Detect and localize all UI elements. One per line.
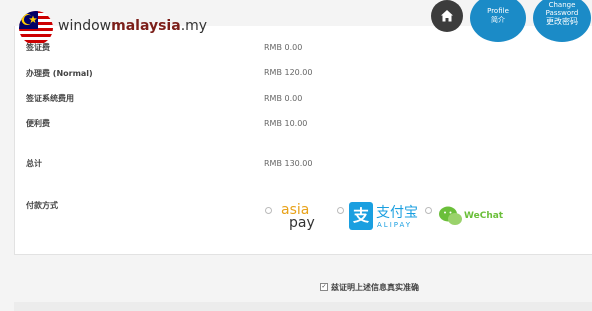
asiapay-text-bottom: pay: [289, 215, 315, 231]
wechat-logo[interactable]: WeChat: [438, 204, 508, 230]
profile-label-cn: 简介: [491, 16, 505, 24]
alipay-text-en: ALIPAY: [377, 221, 413, 229]
fee-label-processing: 办理费 (Normal): [26, 69, 93, 78]
alipay-icon: 支: [349, 202, 373, 230]
password-label-en-2: Password: [545, 9, 579, 17]
wechat-radio[interactable]: [425, 207, 432, 214]
alipay-text-cn: 支付宝: [376, 205, 418, 221]
fee-value-processing: RMB 120.00: [264, 68, 313, 77]
payment-method-label: 付款方式: [26, 201, 58, 210]
fee-value-visa: RMB 0.00: [264, 43, 303, 52]
logo-text: windowmalaysia.my: [58, 18, 207, 34]
asiapay-radio[interactable]: [265, 207, 272, 214]
malaysia-flag-icon: [19, 11, 53, 45]
password-label-cn: 更改密码: [546, 17, 578, 26]
home-icon: [441, 10, 453, 22]
alipay-logo[interactable]: 支 支付宝 ALIPAY: [349, 200, 419, 234]
logo-prefix: window: [58, 18, 112, 34]
footer-strip: [14, 302, 592, 311]
fee-value-system: RMB 0.00: [264, 94, 303, 103]
profile-label-en: Profile: [487, 7, 509, 15]
logo-strong: malaysia: [111, 18, 181, 34]
wechat-text: WeChat: [464, 211, 504, 221]
confirm-label: 兹证明上述信息真实准确: [331, 283, 419, 292]
logo-suffix: .my: [180, 18, 208, 34]
home-button[interactable]: [431, 0, 463, 32]
total-label: 总计: [26, 159, 42, 168]
confirm-checkbox[interactable]: ✓: [320, 283, 328, 291]
fee-value-convenience: RMB 10.00: [264, 119, 308, 128]
fee-label-system: 签证系统费用: [26, 94, 74, 103]
asiapay-logo[interactable]: asia pay: [279, 202, 329, 234]
password-label-en-1: Change: [548, 1, 576, 9]
alipay-radio[interactable]: [337, 207, 344, 214]
total-value: RMB 130.00: [264, 159, 313, 168]
fee-label-visa: 签证费: [26, 43, 50, 52]
fee-label-convenience: 便利费: [26, 119, 50, 128]
wechat-icon: [439, 206, 462, 225]
